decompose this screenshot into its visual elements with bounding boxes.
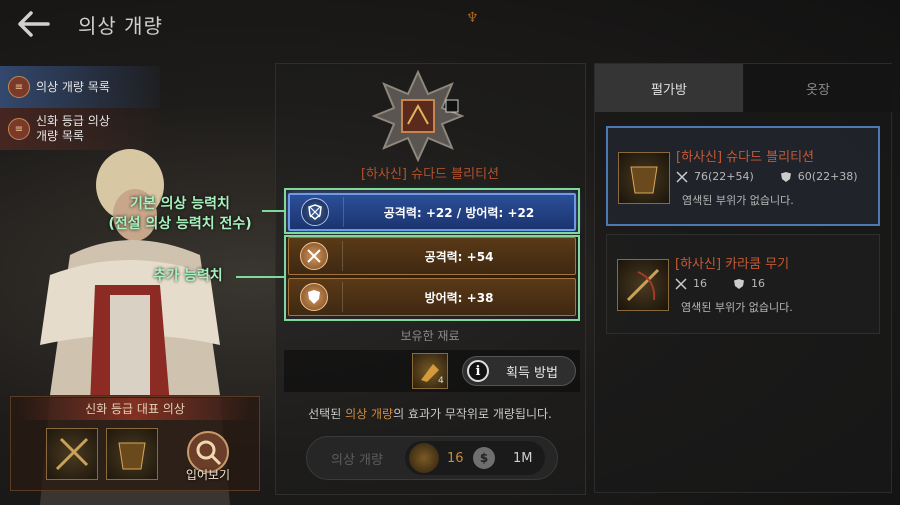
defense-icon	[734, 278, 744, 289]
menu-item-mythic-list[interactable]: ≡ 신화 등급 의상 개량 목록	[0, 108, 160, 150]
costume-dye-status: 염색된 부위가 없습니다.	[681, 301, 793, 314]
bonus-stat-annotation: 추가 능력치	[153, 268, 223, 284]
representative-title: 신화 등급 대표 의상	[20, 398, 250, 420]
improve-button-label: 의상 개량	[331, 452, 383, 468]
menu-item-improve-list[interactable]: ≡ 의상 개량 목록	[0, 66, 160, 108]
list-icon: ≡	[8, 76, 30, 98]
costume-name: [하사신] 카라쿰 무기	[675, 257, 790, 272]
bonus-stat-annotation-box	[284, 235, 580, 321]
representative-slot[interactable]	[46, 428, 98, 480]
material-count: 4	[438, 376, 444, 386]
base-stat-annotation-box	[284, 188, 580, 234]
costume-dye-status: 염색된 부위가 없습니다.	[682, 194, 794, 207]
page-title: 의상 개량	[78, 14, 163, 38]
annotation-line	[262, 210, 285, 212]
material-icon	[409, 443, 439, 473]
costume-card[interactable]: [하사신] 슈다드 블리티션 76(22+54) 60(22+38) 염색된 부…	[606, 126, 880, 226]
improve-button[interactable]: 의상 개량 16 $ 1M	[306, 436, 558, 480]
defense-icon	[780, 171, 791, 182]
torch-icon: ♆	[466, 10, 479, 26]
costume-name: [하사신] 슈다드 블리티션	[676, 150, 815, 165]
base-stat-annotation: 기본 의상 능력치 (전설 의상 능력치 전수)	[108, 196, 252, 232]
attack-icon	[675, 277, 687, 290]
costume-card[interactable]: [하사신] 카라쿰 무기 16 16 염색된 부위가 없습니다.	[606, 234, 880, 334]
item-name: [하사신] 슈다드 블리티션	[360, 167, 499, 182]
materials-label: 보유한 재료	[400, 329, 460, 343]
costume-thumbnail	[618, 152, 670, 204]
attack-icon	[676, 170, 688, 183]
menu-item-label: 신화 등급 의상 개량 목록	[36, 114, 110, 143]
costume-stats: 76(22+54) 60(22+38)	[676, 170, 858, 183]
try-on-label: 입어보기	[185, 468, 231, 482]
costume-stats: 16 16	[675, 277, 765, 290]
tab-wardrobe[interactable]: 옷장	[744, 64, 892, 112]
list-icon: ≡	[8, 118, 30, 140]
menu-item-label: 의상 개량 목록	[36, 79, 110, 94]
material-cost: 16	[447, 450, 464, 466]
how-to-obtain-button[interactable]: i 획득 방법	[462, 356, 576, 386]
back-arrow-icon[interactable]	[14, 8, 54, 40]
cost-box: 16 $ 1M	[405, 441, 545, 475]
silver-cost: 1M	[513, 450, 533, 466]
how-to-obtain-label: 획득 방법	[506, 365, 558, 381]
improve-notice: 선택된 의상 개량의 효과가 무작위로 개량됩니다.	[308, 407, 552, 421]
annotation-line	[236, 276, 285, 278]
silver-coin-icon: $	[473, 447, 495, 469]
representative-slot[interactable]	[106, 428, 158, 480]
info-icon: i	[467, 360, 489, 382]
costume-emblem-icon	[371, 69, 465, 163]
costume-thumbnail	[617, 259, 669, 311]
tab-pearl-bag[interactable]: 펄가방	[595, 64, 743, 112]
